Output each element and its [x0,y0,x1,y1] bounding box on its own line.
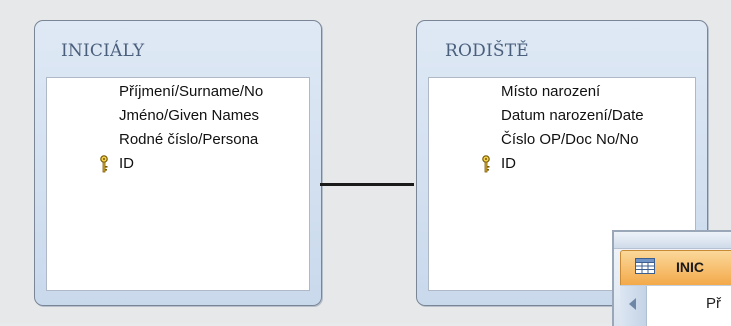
field-name: Místo narození [501,83,601,100]
field-list[interactable]: Příjmení/Surname/No Jméno/Given Names Ro… [46,77,310,291]
field-item[interactable]: Číslo OP/Doc No/No [429,128,695,152]
window-edge [614,232,731,249]
relationship-line[interactable] [320,183,414,186]
key-icon [100,155,108,173]
key-icon [482,155,490,173]
field-item[interactable]: Rodné číslo/Persona [47,128,309,152]
field-name: Číslo OP/Doc No/No [501,131,639,148]
field-item[interactable]: Datum narození/Date [429,104,695,128]
field-name: ID [119,155,134,172]
field-item-primary-key[interactable]: ID [47,152,309,176]
datasheet-window[interactable]: INIC Př [612,230,731,326]
datasheet-cell[interactable]: Př [706,295,721,312]
field-name: Rodné číslo/Persona [119,131,259,148]
table-title[interactable]: INICIÁLY [61,41,144,61]
tab-label: INIC [676,259,704,275]
field-name: Příjmení/Surname/No [119,83,264,100]
table-icon [635,258,655,274]
datasheet-grid[interactable]: Př [620,285,731,326]
field-item[interactable]: Místo narození [429,80,695,104]
field-item[interactable]: Příjmení/Surname/No [47,80,309,104]
table-title[interactable]: RODIŠTĚ [445,41,529,61]
table-iniciály[interactable]: INICIÁLY Příjmení/Surname/No Jméno/Given… [34,20,322,306]
field-name: Datum narození/Date [501,107,644,124]
field-item-primary-key[interactable]: ID [429,152,695,176]
record-selector[interactable] [620,286,647,326]
field-item[interactable]: Jméno/Given Names [47,104,309,128]
field-name: ID [501,155,516,172]
tab-iniciály-datasheet[interactable]: INIC [620,250,731,286]
record-pointer-icon [629,298,636,310]
field-name: Jméno/Given Names [119,107,260,124]
relationships-canvas[interactable]: INICIÁLY Příjmení/Surname/No Jméno/Given… [0,0,731,326]
